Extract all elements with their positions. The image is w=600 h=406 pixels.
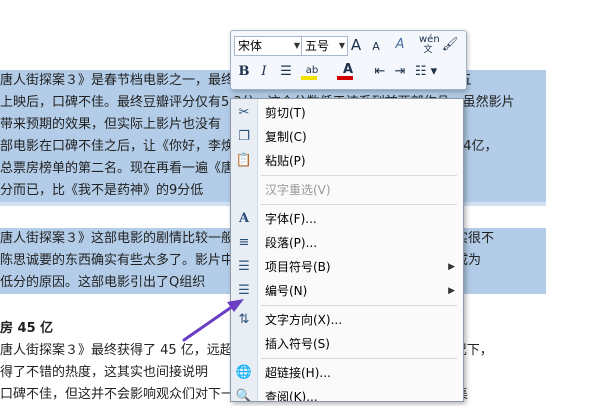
copy-icon: ❐ xyxy=(238,129,250,144)
menu-separator xyxy=(261,204,457,205)
align-center-icon: ☰ xyxy=(280,64,292,79)
font-name-select[interactable]: 宋体 ▼ xyxy=(234,36,303,56)
menu-separator xyxy=(261,305,457,306)
menu-item-label: 粘贴(P) xyxy=(265,154,306,168)
menu-separator xyxy=(261,175,457,176)
menu-item-numbering[interactable]: ☰ 编号(N) ▶ xyxy=(231,279,463,303)
menu-item-label: 项目符号(B) xyxy=(265,260,331,274)
shrink-font-icon: A xyxy=(372,40,380,53)
menu-item-label: 编号(N) xyxy=(265,284,308,298)
font-color-icon: A xyxy=(342,62,354,77)
menu-item-paragraph[interactable]: ≡ 段落(P)... xyxy=(231,231,463,255)
menu-item-label: 文字方向(X)... xyxy=(265,313,343,327)
styles-button[interactable]: A xyxy=(391,36,409,54)
menu-item-text-direction[interactable]: ⇅ 文字方向(X)... xyxy=(231,308,463,332)
styles-icon: A xyxy=(395,37,405,52)
format-painter-icon: 🖌 xyxy=(441,37,459,52)
font-color-button[interactable]: A xyxy=(335,61,361,80)
section-heading: 房 45 亿 xyxy=(0,321,54,336)
menu-item-label: 字体(F)... xyxy=(265,212,317,226)
menu-separator xyxy=(261,358,457,359)
grow-font-icon: A xyxy=(350,36,362,54)
increase-indent-button[interactable]: ⇥ xyxy=(391,63,409,81)
phonetic-guide-button[interactable]: wén 文 xyxy=(419,34,440,56)
menu-item-paste[interactable]: 📋 粘贴(P) xyxy=(231,149,463,173)
italic-icon: I xyxy=(261,64,267,79)
grow-font-button[interactable]: A xyxy=(347,36,365,54)
shrink-font-button[interactable]: A xyxy=(367,38,385,56)
bold-button[interactable]: B xyxy=(235,63,253,81)
font-name-value: 宋体 xyxy=(238,39,263,53)
phonetic-label: wén xyxy=(419,34,440,45)
decrease-indent-button[interactable]: ⇤ xyxy=(371,63,389,81)
menu-item-label: 段落(P)... xyxy=(265,236,318,250)
doc-line: 带来预期的效果，但实际上影片也没有 xyxy=(0,117,222,132)
font-size-select[interactable]: 五号 ▼ xyxy=(301,36,348,56)
menu-item-cut[interactable]: ✂ 剪切(T) xyxy=(231,101,463,125)
font-icon: A xyxy=(238,211,250,226)
increase-indent-icon: ⇥ xyxy=(394,64,406,79)
menu-item-bullets[interactable]: ☰ 项目符号(B) ▶ xyxy=(231,255,463,279)
hyperlink-icon: 🌐 xyxy=(235,365,253,380)
menu-item-label: 汉字重选(V) xyxy=(265,183,331,197)
bullets-button[interactable]: ☷ ▾ xyxy=(413,63,439,81)
menu-item-font[interactable]: A 字体(F)... xyxy=(231,207,463,231)
center-align-button[interactable]: ☰ xyxy=(277,63,295,81)
doc-line: 低分的原因。这部电影引出了Q组织 xyxy=(0,275,206,290)
chevron-down-icon: ▼ xyxy=(338,41,345,50)
paragraph-icon: ≡ xyxy=(238,235,250,250)
format-painter-button[interactable]: 🖌 xyxy=(441,36,459,54)
decrease-indent-icon: ⇤ xyxy=(374,64,386,79)
submenu-arrow-icon: ▶ xyxy=(448,286,455,296)
bullets-icon: ☷ ▾ xyxy=(414,64,438,79)
bold-icon: B xyxy=(238,64,250,79)
menu-item-lookup[interactable]: 🔍 查阅(K)... xyxy=(231,385,463,402)
highlighter-icon: ab xyxy=(305,65,319,76)
doc-line: 分而已，比《我不是药神》的9分低 xyxy=(0,183,204,198)
menu-item-label: 插入符号(S) xyxy=(265,337,330,351)
paste-icon: 📋 xyxy=(235,153,253,168)
text-direction-icon: ⇅ xyxy=(238,312,250,327)
submenu-arrow-icon: ▶ xyxy=(448,262,455,272)
menu-item-reselect-hanzi: 汉字重选(V) xyxy=(231,178,463,202)
menu-item-label: 超链接(H)... xyxy=(265,366,331,380)
highlight-color-bar xyxy=(301,76,317,80)
menu-item-label: 剪切(T) xyxy=(265,106,306,120)
bullets-icon: ☰ xyxy=(238,259,250,274)
font-size-value: 五号 xyxy=(305,39,330,53)
menu-item-label: 复制(C) xyxy=(265,130,307,144)
chevron-down-icon: ▼ xyxy=(293,41,300,50)
menu-item-hyperlink[interactable]: 🌐 超链接(H)... xyxy=(231,361,463,385)
italic-button[interactable]: I xyxy=(255,63,273,81)
font-color-bar xyxy=(337,76,353,80)
mini-toolbar: 宋体 ▼ 五号 ▼ A A A wén 文 🖌 B I ☰ ab A ⇤ ⇥ ☷ … xyxy=(230,30,467,90)
scissors-icon: ✂ xyxy=(238,105,250,120)
context-menu: ✂ 剪切(T) ❐ 复制(C) 📋 粘贴(P) 汉字重选(V) A 字体(F).… xyxy=(230,98,464,402)
menu-item-insert-symbol[interactable]: 插入符号(S) xyxy=(231,332,463,356)
numbering-icon: ☰ xyxy=(238,283,250,298)
highlight-button[interactable]: ab xyxy=(299,61,325,80)
doc-line: 得了不错的热度，这其实也间接说明 xyxy=(0,365,209,380)
menu-item-copy[interactable]: ❐ 复制(C) xyxy=(231,125,463,149)
menu-item-label: 查阅(K)... xyxy=(265,390,318,402)
